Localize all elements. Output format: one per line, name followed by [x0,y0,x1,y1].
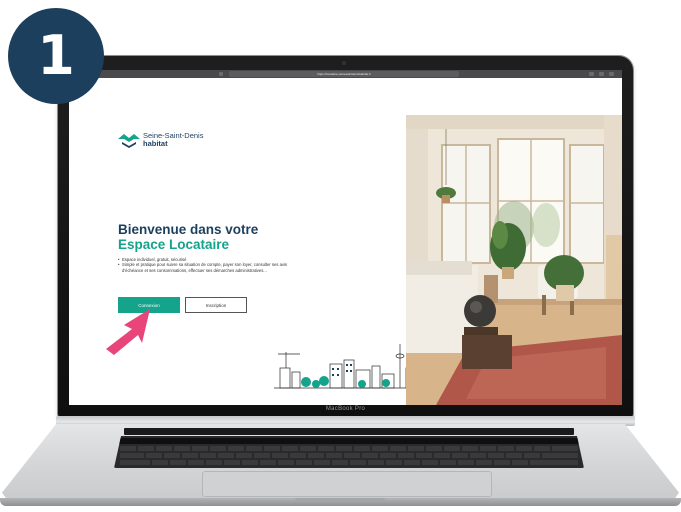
browser-toolbar: https://locataire.seinesaintdenishabitat… [69,70,622,78]
sidebar-toggle-icon[interactable] [219,72,223,76]
stage: 1 MacBook Pro https://locataire.seinesai… [0,0,681,512]
brand-name-line2: habitat [143,139,168,148]
tabs-icon[interactable] [599,72,604,76]
brand-logo-icon [118,132,140,148]
welcome-heading: Bienvenue dans votre Espace Locataire [118,222,318,252]
feature-list: Espace individuel, gratuit, sécurisé Sim… [118,257,303,273]
arrow-pointer-icon [106,309,150,355]
laptop-model-label: MacBook Pro [325,406,366,412]
welcome-title: Bienvenue dans votre [118,222,259,237]
share-icon[interactable] [589,72,594,76]
trackpad[interactable] [202,471,492,497]
keyboard [114,436,584,468]
apartment-interior-photo [406,115,622,405]
feature-item: Simple et pratique pour suivre sa situat… [118,262,303,273]
touch-bar [124,428,574,435]
keyboard-keys [118,438,580,465]
welcome-subtitle: Espace Locataire [118,237,230,253]
new-tab-icon[interactable] [609,72,614,76]
step-number: 1 [37,24,75,87]
signup-button[interactable]: Inscription [185,297,247,313]
brand-logo[interactable]: Seine-Saint-Denis habitat [118,132,203,148]
laptop-notch [295,498,385,502]
camera-icon [342,61,346,65]
step-number-badge: 1 [8,8,104,104]
address-bar[interactable]: https://locataire.seinesaintdenishabitat… [229,71,459,77]
